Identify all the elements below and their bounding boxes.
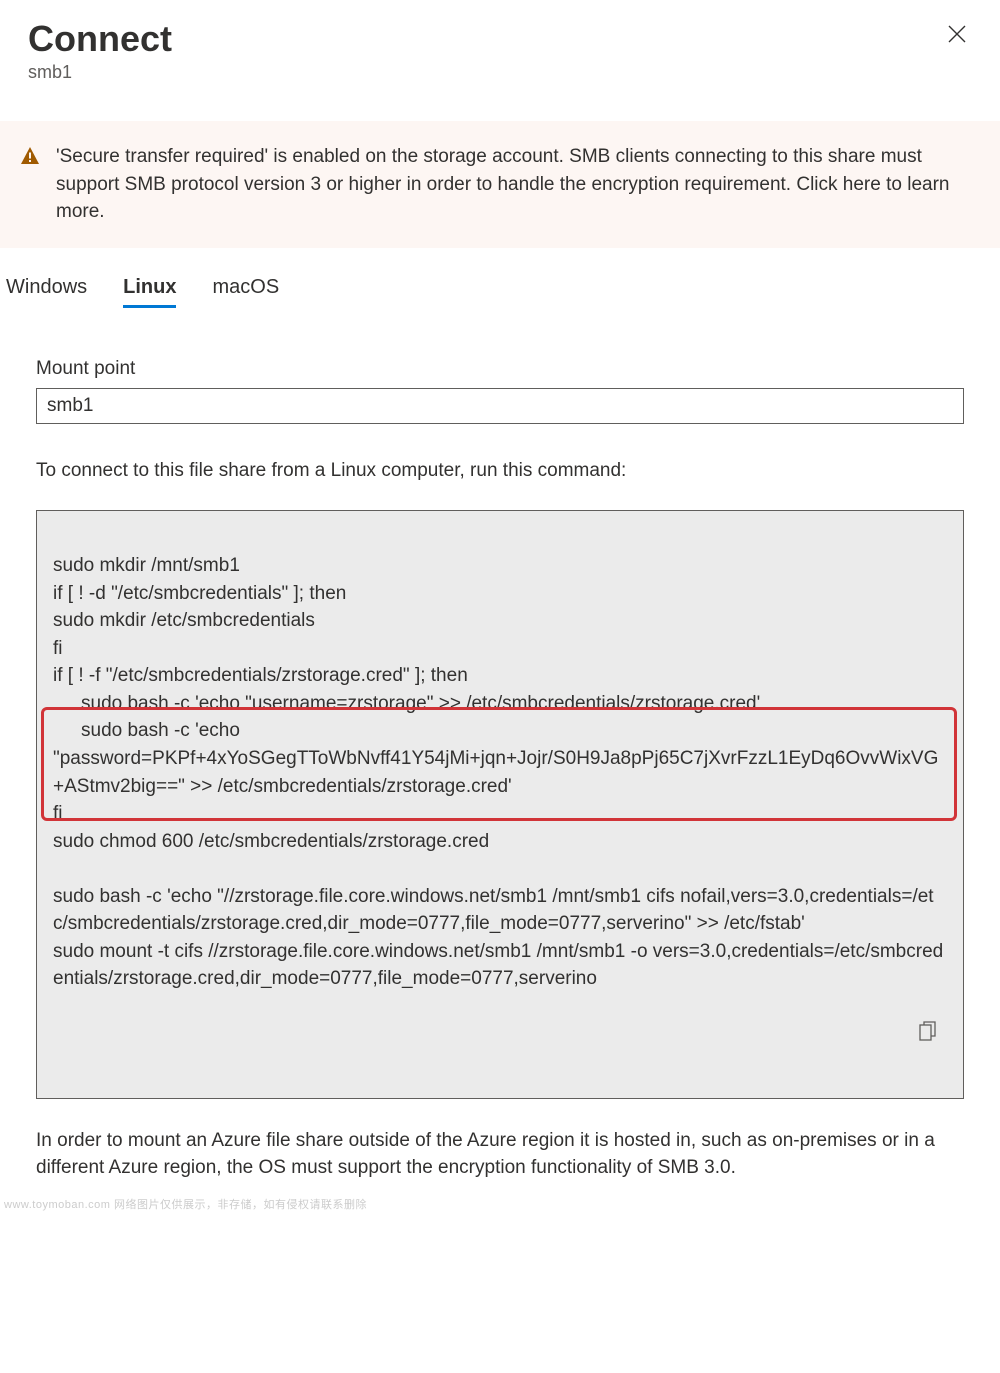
command-script[interactable]: sudo mkdir /mnt/smb1 if [ ! -d "/etc/smb… (36, 510, 964, 1099)
code-line: "password=PKPf+4xYoSGegTToWbNvff41Y54jMi… (53, 748, 938, 797)
copy-button[interactable] (915, 972, 953, 1090)
close-icon (948, 22, 966, 49)
page-title: Connect (28, 18, 172, 60)
content-area: Mount point To connect to this file shar… (0, 358, 1000, 1182)
watermark-text: www.toymoban.com 网络图片仅供展示，非存储，如有侵权请联系删除 (0, 1182, 1000, 1216)
code-line: sudo bash -c 'echo "//zrstorage.file.cor… (53, 886, 934, 935)
code-line: sudo bash -c 'echo "username=zrstorage" … (53, 690, 947, 718)
code-line: sudo bash -c 'echo (53, 717, 947, 745)
footer-note: In order to mount an Azure file share ou… (36, 1127, 964, 1182)
close-button[interactable] (942, 18, 972, 54)
page-subtitle: smb1 (28, 62, 172, 83)
code-line: sudo mkdir /mnt/smb1 (53, 555, 240, 576)
mount-point-input[interactable] (36, 388, 964, 424)
warning-banner[interactable]: 'Secure transfer required' is enabled on… (0, 121, 1000, 248)
code-line: if [ ! -f "/etc/smbcredentials/zrstorage… (53, 665, 468, 686)
tab-windows[interactable]: Windows (6, 276, 87, 308)
instruction-text: To connect to this file share from a Lin… (36, 460, 964, 482)
title-block: Connect smb1 (28, 18, 172, 83)
mount-point-label: Mount point (36, 358, 964, 380)
warning-text: 'Secure transfer required' is enabled on… (56, 143, 972, 226)
code-line: if [ ! -d "/etc/smbcredentials" ]; then (53, 583, 346, 604)
warning-icon (20, 146, 40, 166)
code-line: fi (53, 803, 63, 824)
blade-header: Connect smb1 (0, 0, 1000, 83)
copy-icon (919, 1006, 949, 1071)
os-tabs: Windows Linux macOS (0, 248, 1000, 308)
code-line: sudo mount -t cifs //zrstorage.file.core… (53, 941, 943, 990)
code-line: fi (53, 638, 63, 659)
tab-linux[interactable]: Linux (123, 276, 176, 308)
code-line: sudo chmod 600 /etc/smbcredentials/zrsto… (53, 831, 489, 852)
code-line: sudo mkdir /etc/smbcredentials (53, 610, 315, 631)
tab-macos[interactable]: macOS (212, 276, 279, 308)
